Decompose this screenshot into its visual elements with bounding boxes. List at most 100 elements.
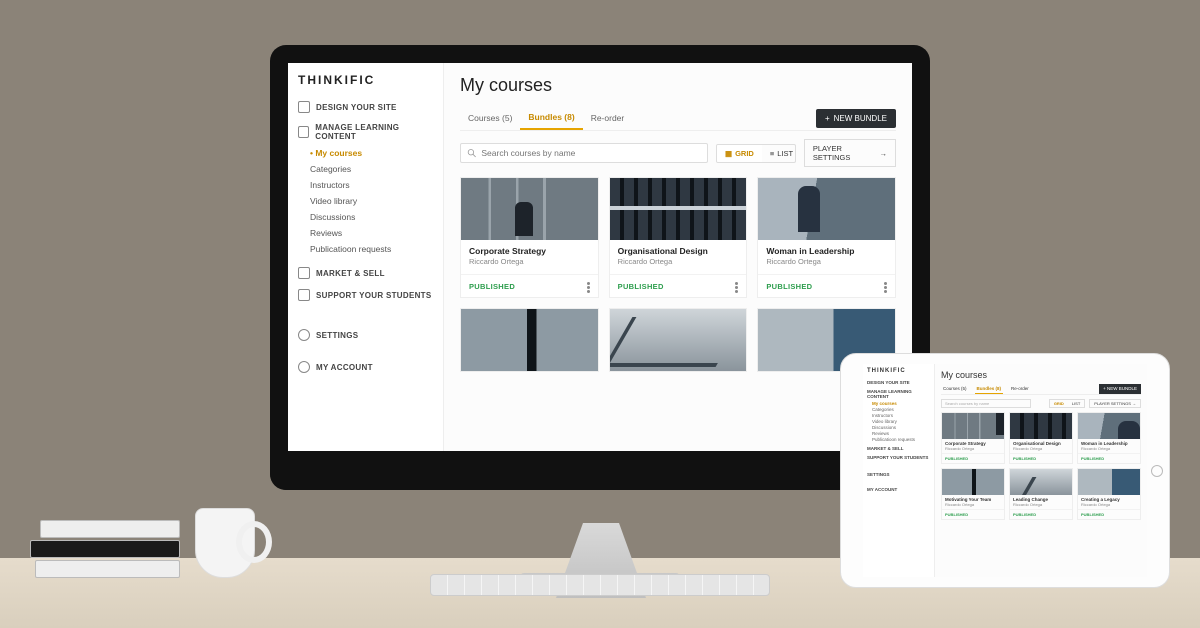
course-card[interactable]: Corporate Strategy Riccardo Ortega PUBLI… bbox=[941, 412, 1005, 464]
sidebar-item-publication-requests[interactable]: Publicatioon requests bbox=[872, 437, 930, 442]
course-card[interactable]: Motivating Your Team Riccardo Ortega PUB… bbox=[941, 468, 1005, 520]
sidebar-item-discussions[interactable]: Discussions bbox=[310, 209, 433, 225]
status-badge: PUBLISHED bbox=[1078, 509, 1140, 519]
course-card[interactable]: Organisational Design Riccardo Ortega PU… bbox=[609, 177, 748, 298]
status-badge: PUBLISHED bbox=[618, 282, 664, 291]
chart-icon bbox=[298, 267, 310, 279]
course-card[interactable]: Woman in Leadership Riccardo Ortega PUBL… bbox=[1077, 412, 1141, 464]
course-author: Riccardo Ortega bbox=[945, 502, 1001, 507]
nav-section-manage[interactable]: MANAGE LEARNING CONTENT bbox=[298, 123, 433, 141]
sidebar-item-instructors[interactable]: Instructors bbox=[872, 413, 930, 418]
sidebar-item-my-courses[interactable]: My courses bbox=[310, 145, 433, 161]
view-toggle: ▦GRID ≡LIST bbox=[716, 144, 796, 163]
player-settings-button[interactable]: PLAYER SETTINGS → bbox=[804, 139, 896, 167]
course-title: Corporate Strategy bbox=[469, 246, 590, 256]
search-icon bbox=[467, 148, 476, 158]
sidebar: THINKIFIC DESIGN YOUR SITE MANAGE LEARNI… bbox=[288, 63, 444, 451]
gear-icon bbox=[298, 329, 310, 341]
course-thumbnail bbox=[942, 469, 1004, 495]
nav-section-manage[interactable]: MANAGE LEARNING CONTENT bbox=[867, 389, 930, 399]
list-icon: ≡ bbox=[770, 149, 774, 158]
dots-vertical-icon bbox=[587, 286, 590, 289]
list-view-button[interactable]: ≡LIST bbox=[762, 145, 796, 162]
sidebar-item-video-library[interactable]: Video library bbox=[310, 193, 433, 209]
new-bundle-button[interactable]: + NEW BUNDLE bbox=[1099, 384, 1141, 394]
course-thumbnail bbox=[461, 309, 598, 371]
users-icon bbox=[298, 289, 310, 301]
course-title: Woman in Leadership bbox=[766, 246, 887, 256]
course-author: Riccardo Ortega bbox=[618, 257, 739, 266]
nav-section-account[interactable]: MY ACCOUNT bbox=[867, 487, 930, 492]
tab-reorder[interactable]: Re-order bbox=[583, 107, 633, 129]
course-card[interactable]: Corporate Strategy Riccardo Ortega PUBLI… bbox=[460, 177, 599, 298]
person-icon bbox=[298, 361, 310, 373]
list-view-button[interactable]: LIST bbox=[1068, 400, 1084, 407]
course-card[interactable] bbox=[609, 308, 748, 372]
sidebar-item-instructors[interactable]: Instructors bbox=[310, 177, 433, 193]
course-thumbnail bbox=[1010, 469, 1072, 495]
tab-courses[interactable]: Courses (5) bbox=[941, 384, 969, 394]
course-card[interactable]: Woman in Leadership Riccardo Ortega PUBL… bbox=[757, 177, 896, 298]
plus-icon: + bbox=[825, 114, 830, 123]
course-card[interactable]: Creating a Legacy Riccardo Ortega PUBLIS… bbox=[1077, 468, 1141, 520]
tab-courses[interactable]: Courses (5) bbox=[460, 107, 520, 129]
page-title: My courses bbox=[941, 370, 1141, 380]
tablet-sidebar: THINKIFIC DESIGN YOUR SITE MANAGE LEARNI… bbox=[863, 364, 935, 577]
course-title: Organisational Design bbox=[618, 246, 739, 256]
player-settings-button[interactable]: PLAYER SETTINGS → bbox=[1089, 399, 1141, 408]
nav-section-support[interactable]: SUPPORT YOUR STUDENTS bbox=[867, 455, 930, 460]
course-author: Riccardo Ortega bbox=[1013, 446, 1069, 451]
nav-section-settings[interactable]: SETTINGS bbox=[298, 329, 433, 341]
status-badge: PUBLISHED bbox=[942, 453, 1004, 463]
sidebar-item-publication-requests[interactable]: Publicatioon requests bbox=[310, 241, 433, 257]
course-author: Riccardo Ortega bbox=[945, 446, 1001, 451]
home-button-icon bbox=[1151, 465, 1163, 477]
course-card[interactable]: Organisational Design Riccardo Ortega PU… bbox=[1009, 412, 1073, 464]
tablet-main: My courses Courses (5) Bundles (8) Re-or… bbox=[935, 364, 1147, 577]
more-options-button[interactable] bbox=[735, 281, 738, 291]
search-field[interactable]: Search courses by name bbox=[941, 399, 1031, 408]
sidebar-item-categories[interactable]: Categories bbox=[872, 407, 930, 412]
brand-logo: THINKIFIC bbox=[298, 73, 433, 87]
more-options-button[interactable] bbox=[884, 281, 887, 291]
status-badge: PUBLISHED bbox=[1010, 453, 1072, 463]
monitor-frame: THINKIFIC DESIGN YOUR SITE MANAGE LEARNI… bbox=[270, 45, 930, 490]
coffee-cup bbox=[195, 508, 255, 578]
course-thumbnail bbox=[610, 309, 747, 371]
status-badge: PUBLISHED bbox=[766, 282, 812, 291]
page-title: My courses bbox=[460, 75, 896, 96]
more-options-button[interactable] bbox=[587, 281, 590, 291]
nav-section-account[interactable]: MY ACCOUNT bbox=[298, 361, 433, 373]
nav-section-support[interactable]: SUPPORT YOUR STUDENTS bbox=[298, 289, 433, 301]
course-author: Riccardo Ortega bbox=[1081, 502, 1137, 507]
grid-view-button[interactable]: ▦GRID bbox=[717, 145, 762, 162]
sidebar-item-my-courses[interactable]: My courses bbox=[872, 401, 930, 406]
course-card[interactable] bbox=[460, 308, 599, 372]
search-field[interactable] bbox=[460, 143, 708, 163]
sidebar-item-categories[interactable]: Categories bbox=[310, 161, 433, 177]
tablet-app-window: THINKIFIC DESIGN YOUR SITE MANAGE LEARNI… bbox=[863, 364, 1147, 577]
sidebar-item-reviews[interactable]: Reviews bbox=[872, 431, 930, 436]
sidebar-item-discussions[interactable]: Discussions bbox=[872, 425, 930, 430]
sidebar-item-video-library[interactable]: Video library bbox=[872, 419, 930, 424]
tab-bar: Courses (5) Bundles (8) Re-order + NEW B… bbox=[460, 106, 896, 131]
tab-reorder[interactable]: Re-order bbox=[1009, 384, 1031, 394]
nav-section-design[interactable]: DESIGN YOUR SITE bbox=[867, 380, 930, 385]
tablet-frame: THINKIFIC DESIGN YOUR SITE MANAGE LEARNI… bbox=[840, 353, 1170, 588]
course-thumbnail bbox=[1010, 413, 1072, 439]
nav-section-market[interactable]: MARKET & SELL bbox=[298, 267, 433, 279]
nav-section-market[interactable]: MARKET & SELL bbox=[867, 446, 930, 451]
status-badge: PUBLISHED bbox=[1010, 509, 1072, 519]
grid-icon: ▦ bbox=[725, 149, 732, 158]
nav-section-design[interactable]: DESIGN YOUR SITE bbox=[298, 101, 433, 113]
new-bundle-button[interactable]: + NEW BUNDLE bbox=[816, 109, 896, 128]
grid-view-button[interactable]: GRID bbox=[1050, 400, 1068, 407]
sidebar-item-reviews[interactable]: Reviews bbox=[310, 225, 433, 241]
brand-logo: THINKIFIC bbox=[867, 368, 930, 374]
nav-section-settings[interactable]: SETTINGS bbox=[867, 472, 930, 477]
search-input[interactable] bbox=[481, 148, 701, 158]
keyboard bbox=[430, 574, 770, 596]
tab-bundles[interactable]: Bundles (8) bbox=[520, 106, 582, 130]
tab-bundles[interactable]: Bundles (8) bbox=[975, 384, 1004, 394]
course-card[interactable]: Leading Change Riccardo Ortega PUBLISHED bbox=[1009, 468, 1073, 520]
